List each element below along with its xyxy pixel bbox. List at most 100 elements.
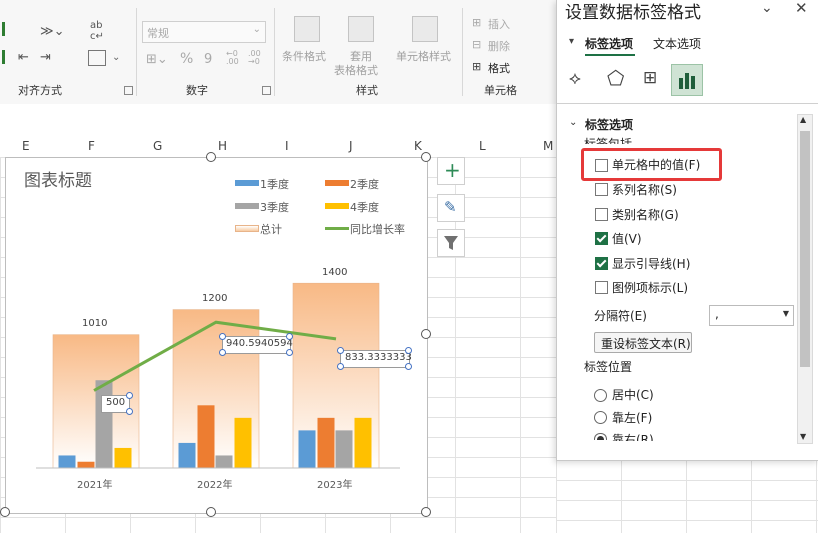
chart-styles-button[interactable]: ✎ (437, 194, 465, 222)
indent-icon[interactable]: ≫⌄ (40, 24, 65, 39)
section-collapse-icon[interactable]: ⌄ (569, 117, 577, 128)
merge-dropdown-icon[interactable]: ⌄ (112, 52, 120, 63)
selection-handle[interactable] (286, 333, 293, 340)
reset-label-text-button[interactable]: 重设标签文本(R) (594, 332, 692, 353)
increase-decimal-icon[interactable]: ←0.00 (226, 50, 239, 66)
close-icon[interactable]: ✕ (795, 0, 808, 17)
col-header[interactable]: G (153, 139, 162, 153)
chart-filters-button[interactable] (437, 229, 465, 257)
selection-handle[interactable] (405, 363, 412, 370)
selection-handle[interactable] (126, 408, 133, 415)
align-left-icon[interactable] (2, 22, 17, 36)
chart-resize-handle[interactable] (421, 329, 431, 339)
quarter-bar[interactable] (335, 430, 353, 468)
cell-grid-right[interactable] (556, 460, 818, 533)
col-header[interactable]: F (88, 139, 95, 153)
chart-resize-handle[interactable] (206, 152, 216, 162)
quarter-bar[interactable] (215, 455, 233, 468)
col-header[interactable]: E (22, 139, 30, 153)
increase-indent-icon[interactable]: ⇥ (40, 50, 51, 65)
option-category-name[interactable]: 类别名称(G) (612, 206, 679, 223)
selection-handle[interactable] (219, 349, 226, 356)
quarter-bar[interactable] (95, 380, 113, 468)
table-format-button-line2[interactable]: 表格格式 (334, 62, 378, 78)
col-header[interactable]: K (414, 139, 422, 153)
decrease-decimal-icon[interactable]: .00 →0 (248, 50, 261, 66)
quarter-bar[interactable] (178, 442, 196, 468)
option-leader-lines[interactable]: 显示引导线(H) (612, 255, 690, 272)
selection-handle[interactable] (337, 363, 344, 370)
table-format-icon[interactable] (348, 16, 374, 42)
delete-button[interactable]: 删除 (488, 38, 510, 54)
position-left[interactable]: 靠左(F) (612, 409, 652, 426)
scroll-up-icon[interactable]: ▲ (800, 115, 806, 124)
quarter-bar[interactable] (234, 417, 252, 468)
plot-area[interactable] (6, 158, 427, 513)
label-options-icon[interactable] (671, 64, 703, 96)
chart-area[interactable]: 图表标题 1季度 2季度 3季度 4季度 总计 同比增长率 1010 1200 … (5, 157, 428, 514)
quarter-bar[interactable] (317, 417, 335, 468)
tab-text-options[interactable]: 文本选项 (653, 35, 701, 52)
tab-label-options[interactable]: 标签选项 (585, 35, 633, 52)
total-label[interactable]: 1200 (202, 293, 227, 304)
col-header[interactable]: L (479, 139, 486, 153)
comma-button[interactable]: 9 (204, 52, 212, 67)
selection-handle[interactable] (286, 349, 293, 356)
selection-handle[interactable] (405, 347, 412, 354)
section-label-options[interactable]: 标签选项 (585, 116, 633, 133)
position-right[interactable]: 靠右(R) (612, 431, 654, 441)
selection-handle[interactable] (126, 392, 133, 399)
position-radio-selected[interactable] (594, 433, 607, 440)
scroll-thumb[interactable] (800, 131, 810, 367)
chart-elements-button[interactable]: + (437, 157, 465, 185)
chart-resize-handle[interactable] (421, 507, 431, 517)
growth-label-box[interactable]: 833.3333333 (340, 350, 412, 368)
currency-icon[interactable]: ⊞⌄ (146, 52, 168, 67)
cell-style-button[interactable]: 单元格样式 (396, 48, 451, 64)
option-checkbox[interactable] (595, 281, 608, 294)
decrease-indent-icon[interactable]: ⇤ (18, 50, 29, 65)
quarter-bar[interactable] (298, 430, 316, 468)
insert-button[interactable]: 插入 (488, 16, 510, 32)
option-value[interactable]: 值(V) (612, 230, 642, 247)
delete-icon[interactable]: ⊟ (472, 38, 481, 51)
number-launcher-icon[interactable] (262, 86, 271, 95)
col-header[interactable]: I (285, 139, 289, 153)
number-format-select[interactable]: 常规 ⌄ (142, 21, 266, 43)
option-series-name[interactable]: 系列名称(S) (612, 181, 677, 198)
size-properties-icon[interactable]: ⊞ (643, 68, 657, 88)
chevron-down-icon[interactable]: ⌄ (761, 0, 773, 16)
conditional-format-button[interactable]: 条件格式 (282, 48, 326, 64)
total-label[interactable]: 1400 (322, 267, 347, 278)
quarter-bar[interactable] (114, 447, 132, 468)
quarter-bar[interactable] (197, 405, 215, 468)
option-checkbox[interactable] (595, 183, 608, 196)
wrap-text-icon[interactable]: ab c↵ (90, 20, 104, 42)
selection-handle[interactable] (219, 333, 226, 340)
fill-line-icon[interactable]: ⟡ (569, 68, 581, 89)
align-left-2-icon[interactable] (2, 50, 17, 64)
conditional-format-icon[interactable] (294, 16, 320, 42)
insert-icon[interactable]: ⊞ (472, 16, 481, 29)
col-header[interactable]: J (349, 139, 353, 153)
scroll-down-icon[interactable]: ▼ (800, 432, 806, 441)
cell-style-icon[interactable] (412, 16, 438, 42)
quarter-bar[interactable] (58, 455, 76, 468)
merge-cells-icon[interactable] (88, 50, 106, 66)
quarter-bar[interactable] (354, 417, 372, 468)
position-radio[interactable] (594, 411, 607, 424)
option-checkbox-checked[interactable] (595, 257, 608, 270)
pane-scrollbar[interactable]: ▲ ▼ (797, 114, 813, 444)
total-label[interactable]: 1010 (82, 318, 107, 329)
chart-resize-handle[interactable] (421, 152, 431, 162)
format-icon[interactable]: ⊞ (472, 60, 481, 73)
option-checkbox[interactable] (595, 208, 608, 221)
effects-icon[interactable]: ⬠ (607, 66, 624, 90)
chart-resize-handle[interactable] (0, 507, 10, 517)
position-center[interactable]: 居中(C) (612, 386, 654, 403)
chart-resize-handle[interactable] (206, 507, 216, 517)
option-checkbox-checked[interactable] (595, 232, 608, 245)
col-header[interactable]: M (543, 139, 553, 153)
percent-button[interactable]: % (180, 51, 193, 67)
format-button[interactable]: 格式 (488, 60, 510, 76)
